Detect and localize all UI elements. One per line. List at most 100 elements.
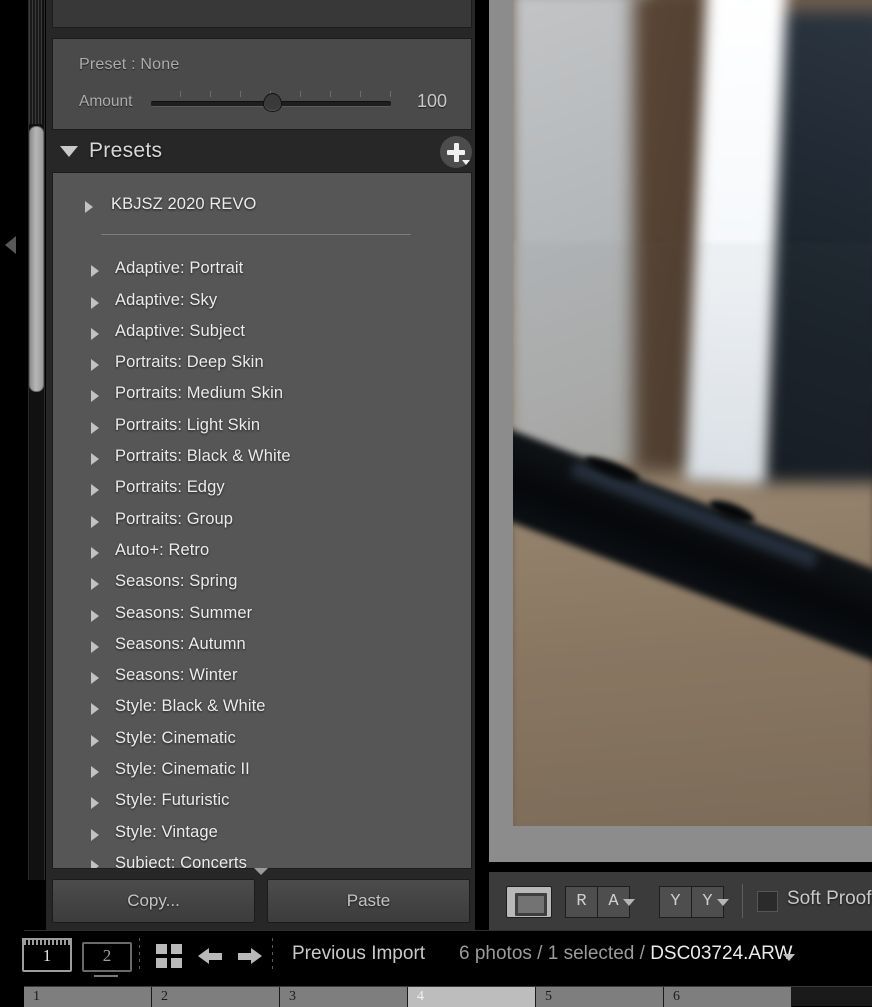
- list-scroll-down-icon[interactable]: [254, 868, 268, 875]
- arrow-right-icon[interactable]: [236, 944, 262, 968]
- triangle-right-icon[interactable]: [91, 546, 99, 559]
- preset-name-label: Preset : None: [79, 56, 180, 73]
- list-item[interactable]: Portraits: Light Skin: [53, 412, 471, 443]
- triangle-right-icon[interactable]: [91, 359, 99, 372]
- amount-slider-row: Amount 100: [53, 89, 471, 119]
- triangle-right-icon[interactable]: [91, 296, 99, 309]
- list-item[interactable]: Adaptive: Portrait: [53, 255, 471, 286]
- list-item[interactable]: Style: Vintage: [53, 819, 471, 850]
- triangle-right-icon[interactable]: [91, 484, 99, 497]
- triangle-down-icon[interactable]: [60, 146, 78, 157]
- triangle-right-icon[interactable]: [91, 515, 99, 528]
- filmstrip-thumb-selected[interactable]: 4: [408, 987, 536, 1007]
- list-item[interactable]: KBJSZ 2020 REVO: [53, 191, 471, 222]
- before-cell[interactable]: Y: [659, 886, 692, 918]
- preset-label: KBJSZ 2020 REVO: [111, 195, 257, 213]
- left-panel-scrollbar-thumb[interactable]: [29, 126, 44, 392]
- list-item[interactable]: Style: Cinematic: [53, 725, 471, 756]
- photo-count-label[interactable]: 6 photos / 1 selected / DSC03724.ARW: [459, 943, 792, 965]
- list-item[interactable]: Portraits: Black & White: [53, 443, 471, 474]
- compare-reference-cell[interactable]: R: [565, 886, 598, 918]
- grid-view-icon[interactable]: [156, 944, 184, 968]
- presets-list[interactable]: KBJSZ 2020 REVO Adaptive: Portrait Adapt…: [52, 172, 472, 869]
- lightroom-develop-window: Preset : None Amount 100 Presets KBJSZ 2…: [0, 0, 872, 1007]
- plus-circle-icon[interactable]: [440, 136, 472, 168]
- paste-button[interactable]: Paste: [267, 879, 470, 923]
- list-item[interactable]: Adaptive: Sky: [53, 287, 471, 318]
- triangle-right-icon[interactable]: [91, 453, 99, 466]
- grid-cell: [156, 958, 167, 968]
- chevron-down-icon[interactable]: [783, 954, 795, 961]
- list-item[interactable]: Seasons: Autumn: [53, 631, 471, 662]
- list-item[interactable]: Seasons: Summer: [53, 600, 471, 631]
- monitor-1-button[interactable]: 1: [22, 938, 72, 972]
- before-after-toggle[interactable]: Y Y: [659, 886, 724, 918]
- triangle-right-icon[interactable]: [91, 859, 99, 868]
- preset-label: Style: Cinematic II: [115, 760, 250, 779]
- list-item[interactable]: Style: Black & White: [53, 693, 471, 724]
- arrow-left-icon[interactable]: [198, 944, 224, 968]
- filmstrip-thumb[interactable]: 6: [664, 987, 792, 1007]
- list-item[interactable]: Portraits: Deep Skin: [53, 349, 471, 380]
- compare-view-toggle[interactable]: R A: [565, 886, 630, 918]
- photo-canvas[interactable]: [513, 0, 872, 826]
- preset-label: Portraits: Edgy: [115, 478, 225, 497]
- image-toolbar: R A Y Y Soft Proofing: [489, 872, 872, 930]
- divider-rule: [101, 234, 411, 236]
- photo-count: 6 photos /: [459, 943, 543, 964]
- filmstrip-thumb[interactable]: 1: [24, 987, 152, 1007]
- preset-label: Portraits: Medium Skin: [115, 384, 284, 403]
- list-item[interactable]: Subject: Concerts: [53, 850, 471, 868]
- selected-count: 1 selected /: [547, 943, 645, 964]
- filmstrip-thumb[interactable]: 3: [280, 987, 408, 1007]
- status-bar-divider: [272, 938, 273, 972]
- triangle-right-icon[interactable]: [91, 265, 99, 278]
- triangle-right-icon[interactable]: [85, 201, 93, 213]
- monitor-2-button[interactable]: 2: [82, 942, 132, 977]
- amount-value[interactable]: 100: [417, 91, 447, 112]
- amount-slider-handle[interactable]: [263, 93, 282, 112]
- source-label[interactable]: Previous Import: [292, 943, 425, 965]
- left-panel-collapse-arrow-icon[interactable]: [5, 236, 16, 254]
- list-item[interactable]: Portraits: Medium Skin: [53, 380, 471, 411]
- triangle-right-icon[interactable]: [91, 828, 99, 841]
- list-item[interactable]: Auto+: Retro: [53, 537, 471, 568]
- image-preview-area[interactable]: [489, 0, 872, 862]
- presets-section-header[interactable]: Presets: [46, 131, 482, 175]
- triangle-right-icon[interactable]: [91, 672, 99, 685]
- chevron-down-icon[interactable]: [623, 899, 635, 906]
- triangle-right-icon[interactable]: [91, 327, 99, 340]
- preset-label: Portraits: Deep Skin: [115, 353, 264, 372]
- filmstrip-thumb[interactable]: 5: [536, 987, 664, 1007]
- triangle-right-icon[interactable]: [91, 578, 99, 591]
- amount-slider[interactable]: [151, 89, 391, 119]
- soft-proofing-checkbox[interactable]: [757, 891, 778, 912]
- filmstrip-thumb[interactable]: 2: [152, 987, 280, 1007]
- copy-button[interactable]: Copy...: [52, 879, 255, 923]
- preset-label: Style: Futuristic: [115, 791, 230, 810]
- list-item[interactable]: Adaptive: Subject: [53, 318, 471, 349]
- arrow-shaft: [238, 953, 252, 960]
- left-panel-scroll-grip[interactable]: [29, 0, 42, 124]
- triangle-right-icon[interactable]: [91, 609, 99, 622]
- list-item[interactable]: Seasons: Spring: [53, 568, 471, 599]
- triangle-right-icon[interactable]: [91, 390, 99, 403]
- left-panel-body: Preset : None Amount 100 Presets KBJSZ 2…: [46, 0, 482, 930]
- triangle-right-icon[interactable]: [91, 640, 99, 653]
- triangle-right-icon[interactable]: [91, 421, 99, 434]
- amount-label: Amount: [79, 93, 133, 110]
- list-item[interactable]: Seasons: Winter: [53, 662, 471, 693]
- chevron-down-icon[interactable]: [462, 160, 470, 165]
- loupe-view-icon[interactable]: [506, 886, 552, 918]
- list-item[interactable]: Portraits: Edgy: [53, 474, 471, 505]
- list-item[interactable]: Style: Futuristic: [53, 787, 471, 818]
- triangle-right-icon[interactable]: [91, 766, 99, 779]
- presets-group-divider: [53, 222, 471, 247]
- list-item[interactable]: Portraits: Group: [53, 506, 471, 537]
- triangle-right-icon[interactable]: [91, 703, 99, 716]
- triangle-right-icon[interactable]: [91, 734, 99, 747]
- list-item[interactable]: Style: Cinematic II: [53, 756, 471, 787]
- chevron-down-icon[interactable]: [717, 899, 729, 906]
- preset-label: Adaptive: Subject: [115, 321, 246, 340]
- triangle-right-icon[interactable]: [91, 797, 99, 810]
